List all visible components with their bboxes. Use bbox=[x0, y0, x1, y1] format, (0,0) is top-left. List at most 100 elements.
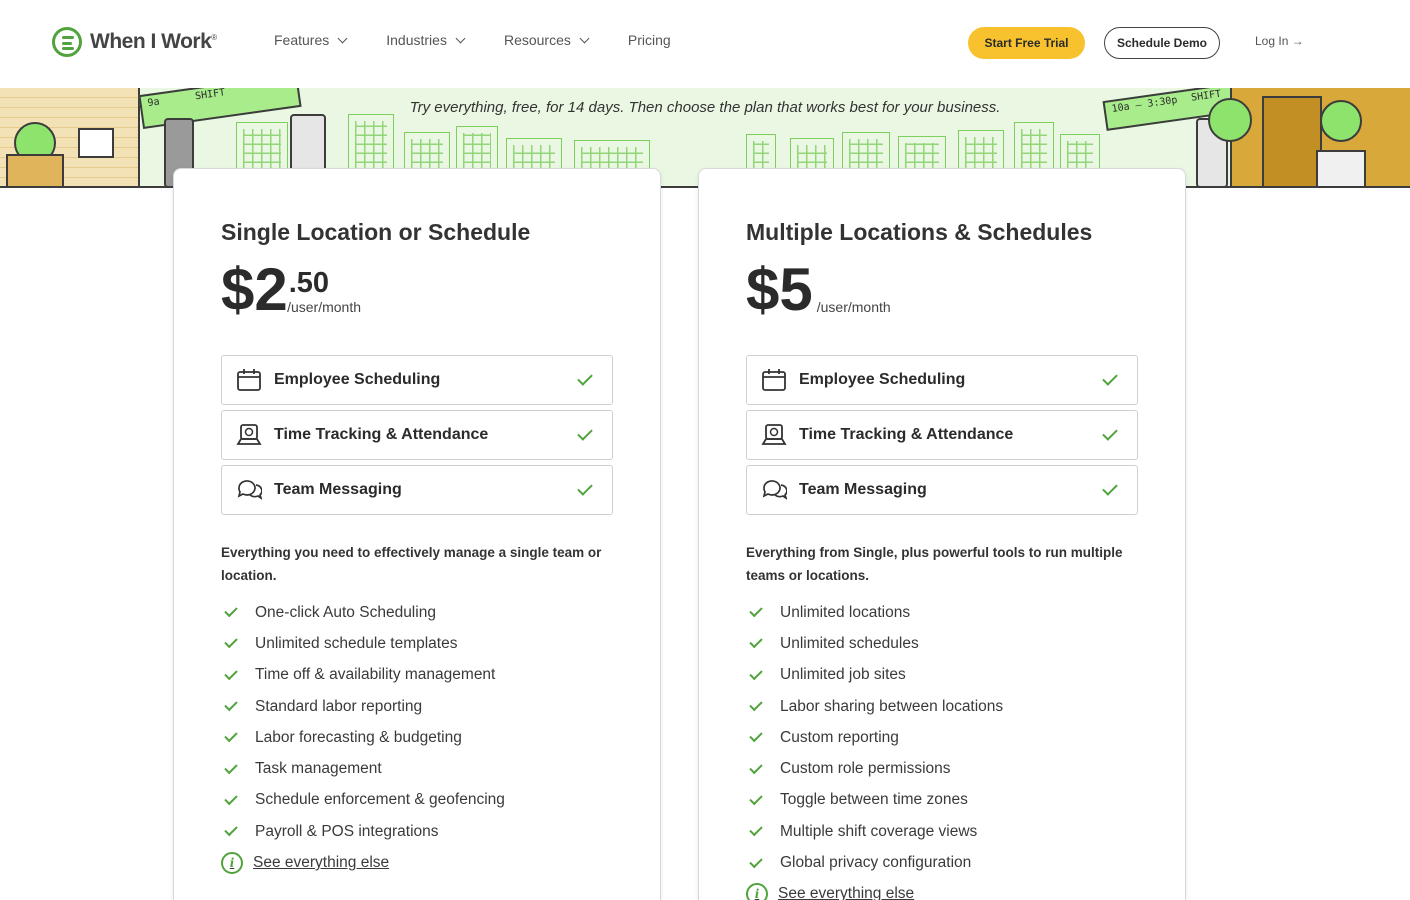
list-item: One-click Auto Scheduling bbox=[221, 597, 613, 628]
check-icon bbox=[224, 603, 238, 618]
plan-title: Multiple Locations & Schedules bbox=[746, 219, 1093, 245]
see-everything-else-link[interactable]: i See everything else bbox=[746, 879, 1138, 900]
list-item: Toggle between time zones bbox=[746, 785, 1138, 816]
chat-bubbles-icon bbox=[236, 477, 262, 503]
logo-mark-icon bbox=[52, 27, 82, 57]
info-icon: i bbox=[746, 883, 768, 900]
check-icon bbox=[749, 823, 763, 837]
plan-feature-list: One-click Auto Scheduling Unlimited sche… bbox=[221, 597, 613, 879]
feature-label: Employee Scheduling bbox=[274, 371, 441, 388]
check-icon bbox=[749, 729, 763, 743]
nav-features-label: Features bbox=[274, 32, 330, 48]
check-icon bbox=[1102, 480, 1118, 496]
feature-label: Employee Scheduling bbox=[799, 371, 966, 388]
plan-price: $5 /user/month bbox=[746, 257, 891, 323]
list-item: Unlimited schedule templates bbox=[221, 628, 613, 659]
list-item: Custom reporting bbox=[746, 722, 1138, 753]
registered-mark: ® bbox=[211, 33, 217, 42]
see-everything-else-link[interactable]: i See everything else bbox=[221, 847, 613, 878]
price-unit: /user/month bbox=[816, 299, 891, 315]
price-cents: .50 bbox=[288, 267, 330, 299]
nav-industries[interactable]: Industries bbox=[386, 32, 466, 48]
chevron-down-icon bbox=[579, 33, 590, 43]
feature-label: Time Tracking & Attendance bbox=[799, 426, 1014, 443]
logo[interactable]: When I Work® bbox=[52, 27, 217, 57]
logo-text: When I Work bbox=[90, 30, 212, 53]
feature-time-tracking[interactable]: Time Tracking & Attendance bbox=[221, 410, 613, 460]
plan-title: Single Location or Schedule bbox=[221, 219, 531, 245]
check-icon bbox=[749, 603, 763, 618]
check-icon bbox=[577, 425, 593, 441]
check-icon bbox=[577, 480, 593, 496]
check-icon bbox=[1102, 370, 1118, 386]
list-item: Custom role permissions bbox=[746, 753, 1138, 784]
check-icon bbox=[1102, 425, 1118, 441]
check-icon bbox=[749, 635, 763, 649]
feature-team-messaging[interactable]: Team Messaging bbox=[221, 465, 613, 515]
feature-employee-scheduling[interactable]: Employee Scheduling bbox=[221, 355, 613, 405]
nav-resources[interactable]: Resources bbox=[504, 32, 590, 48]
chat-bubbles-icon bbox=[761, 477, 787, 503]
nav-features[interactable]: Features bbox=[274, 32, 348, 48]
site-header: When I Work® Features Industries Resourc… bbox=[0, 0, 1410, 88]
price-dollars: $2 bbox=[221, 256, 288, 323]
nav-industries-label: Industries bbox=[386, 32, 447, 48]
check-icon bbox=[224, 791, 238, 806]
plan-card-multiple: Multiple Locations & Schedules $5 /user/… bbox=[698, 168, 1186, 900]
check-icon bbox=[749, 760, 763, 774]
list-item: Labor forecasting & budgeting bbox=[221, 722, 613, 753]
list-item: Global privacy configuration bbox=[746, 847, 1138, 878]
feature-label: Team Messaging bbox=[799, 481, 927, 498]
list-item: Unlimited job sites bbox=[746, 660, 1138, 691]
calendar-icon bbox=[236, 367, 262, 393]
chevron-down-icon bbox=[455, 33, 466, 43]
feature-team-messaging[interactable]: Team Messaging bbox=[746, 465, 1138, 515]
time-clock-icon bbox=[236, 422, 262, 448]
right-house-illustration bbox=[1208, 88, 1410, 186]
login-link[interactable]: Log In → bbox=[1255, 34, 1304, 48]
plant-icon bbox=[1208, 98, 1252, 142]
plan-price: $2 .50 /user/month bbox=[221, 257, 361, 323]
chevron-down-icon bbox=[337, 33, 348, 43]
list-item: Labor sharing between locations bbox=[746, 691, 1138, 722]
feature-employee-scheduling[interactable]: Employee Scheduling bbox=[746, 355, 1138, 405]
list-item: Time off & availability management bbox=[221, 660, 613, 691]
list-item: Unlimited locations bbox=[746, 597, 1138, 628]
list-item: Task management bbox=[221, 753, 613, 784]
check-icon bbox=[749, 791, 763, 806]
plan-description: Everything you need to effectively manag… bbox=[221, 545, 602, 583]
list-item: Standard labor reporting bbox=[221, 691, 613, 722]
list-item: Unlimited schedules bbox=[746, 628, 1138, 659]
plan-description: Everything from Single, plus powerful to… bbox=[746, 545, 1123, 583]
plan-card-single: Single Location or Schedule $2 .50 /user… bbox=[173, 168, 661, 900]
door-icon bbox=[1262, 96, 1322, 186]
list-item: Multiple shift coverage views bbox=[746, 816, 1138, 847]
feature-label: Team Messaging bbox=[274, 481, 402, 498]
plan-feature-list: Unlimited locations Unlimited schedules … bbox=[746, 597, 1138, 900]
nav-pricing[interactable]: Pricing bbox=[628, 32, 671, 48]
plant-icon bbox=[1320, 100, 1362, 142]
calendar-icon bbox=[761, 367, 787, 393]
start-free-trial-button[interactable]: Start Free Trial bbox=[968, 27, 1085, 59]
check-icon bbox=[749, 854, 763, 868]
shift-sign-right-time: 10a – 3:30p bbox=[1111, 94, 1179, 115]
feature-time-tracking[interactable]: Time Tracking & Attendance bbox=[746, 410, 1138, 460]
time-clock-icon bbox=[761, 422, 787, 448]
check-icon bbox=[224, 729, 238, 743]
main-nav: Features Industries Resources Pricing bbox=[274, 32, 711, 48]
list-item: Schedule enforcement & geofencing bbox=[221, 785, 613, 816]
price-dollars: $5 bbox=[746, 256, 813, 323]
planter-icon bbox=[6, 154, 64, 186]
check-icon bbox=[224, 666, 238, 680]
window-box-icon bbox=[78, 128, 114, 158]
list-item: Payroll & POS integrations bbox=[221, 816, 613, 847]
check-icon bbox=[224, 760, 238, 774]
feature-label: Time Tracking & Attendance bbox=[274, 426, 489, 443]
schedule-demo-button[interactable]: Schedule Demo bbox=[1104, 27, 1220, 59]
check-icon bbox=[224, 697, 238, 712]
check-icon bbox=[749, 666, 763, 680]
nav-pricing-label: Pricing bbox=[627, 32, 671, 48]
check-icon bbox=[749, 697, 763, 712]
check-icon bbox=[224, 635, 238, 649]
planter-icon bbox=[1316, 150, 1366, 186]
